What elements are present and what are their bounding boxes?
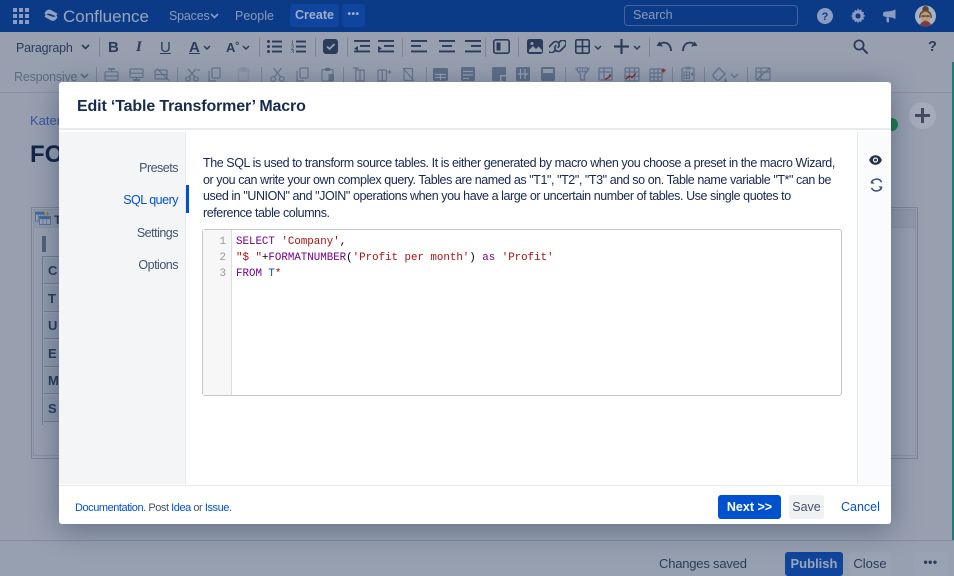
svg-text:3: 3 — [291, 50, 294, 54]
svg-text:?: ? — [822, 11, 829, 23]
